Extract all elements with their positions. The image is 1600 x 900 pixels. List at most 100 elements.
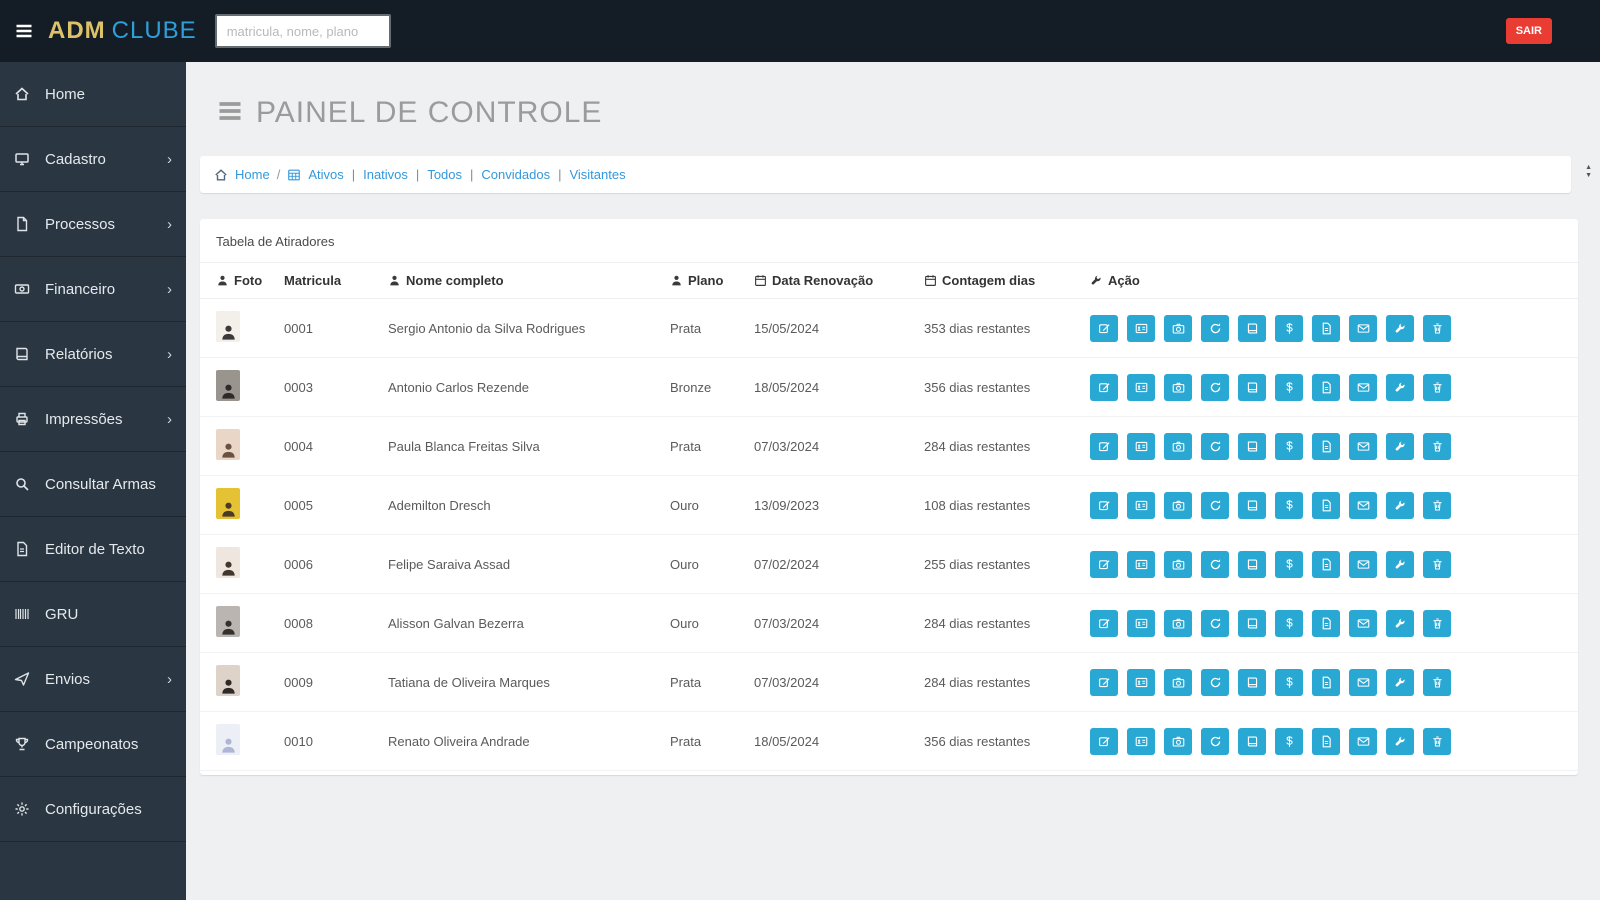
action-camera-button[interactable] bbox=[1164, 669, 1192, 696]
action-camera-button[interactable] bbox=[1164, 374, 1192, 401]
breadcrumb-link-inativos[interactable]: Inativos bbox=[363, 167, 408, 182]
action-edit-button[interactable] bbox=[1090, 315, 1118, 342]
sidebar-item-editor-de-texto[interactable]: Editor de Texto bbox=[0, 517, 186, 582]
sidebar-item-home[interactable]: Home bbox=[0, 62, 186, 127]
action-envelope-button[interactable] bbox=[1349, 315, 1377, 342]
action-dollar-button[interactable] bbox=[1275, 610, 1303, 637]
action-dollar-button[interactable] bbox=[1275, 728, 1303, 755]
action-wrench-button[interactable] bbox=[1386, 374, 1414, 401]
action-wrench-button[interactable] bbox=[1386, 551, 1414, 578]
sidebar-item-gru[interactable]: GRU bbox=[0, 582, 186, 647]
action-camera-button[interactable] bbox=[1164, 492, 1192, 519]
action-envelope-button[interactable] bbox=[1349, 610, 1377, 637]
action-idcard-button[interactable] bbox=[1127, 374, 1155, 401]
action-envelope-button[interactable] bbox=[1349, 374, 1377, 401]
action-refresh-button[interactable] bbox=[1201, 551, 1229, 578]
action-trash-button[interactable] bbox=[1423, 551, 1451, 578]
action-dollar-button[interactable] bbox=[1275, 551, 1303, 578]
action-envelope-button[interactable] bbox=[1349, 551, 1377, 578]
action-envelope-button[interactable] bbox=[1349, 728, 1377, 755]
action-trash-button[interactable] bbox=[1423, 669, 1451, 696]
menu-toggle-icon[interactable] bbox=[14, 21, 34, 41]
logout-button[interactable]: SAIR bbox=[1506, 18, 1552, 44]
sidebar-item-impressoes[interactable]: Impressões › bbox=[0, 387, 186, 452]
breadcrumb-link-todos[interactable]: Todos bbox=[427, 167, 462, 182]
action-wrench-button[interactable] bbox=[1386, 669, 1414, 696]
action-camera-button[interactable] bbox=[1164, 728, 1192, 755]
action-camera-button[interactable] bbox=[1164, 551, 1192, 578]
action-book-button[interactable] bbox=[1238, 610, 1266, 637]
action-trash-button[interactable] bbox=[1423, 492, 1451, 519]
action-refresh-button[interactable] bbox=[1201, 728, 1229, 755]
breadcrumb-link-visitantes[interactable]: Visitantes bbox=[569, 167, 625, 182]
action-envelope-button[interactable] bbox=[1349, 492, 1377, 519]
action-idcard-button[interactable] bbox=[1127, 669, 1155, 696]
action-book-button[interactable] bbox=[1238, 315, 1266, 342]
spinner-down-icon[interactable]: ▼ bbox=[1585, 172, 1592, 180]
action-filetext-button[interactable] bbox=[1312, 728, 1340, 755]
action-wrench-button[interactable] bbox=[1386, 492, 1414, 519]
action-idcard-button[interactable] bbox=[1127, 433, 1155, 460]
action-idcard-button[interactable] bbox=[1127, 315, 1155, 342]
action-idcard-button[interactable] bbox=[1127, 492, 1155, 519]
action-trash-button[interactable] bbox=[1423, 728, 1451, 755]
breadcrumb-link-home[interactable]: Home bbox=[235, 167, 270, 182]
action-camera-button[interactable] bbox=[1164, 315, 1192, 342]
action-book-button[interactable] bbox=[1238, 669, 1266, 696]
action-filetext-button[interactable] bbox=[1312, 433, 1340, 460]
action-edit-button[interactable] bbox=[1090, 433, 1118, 460]
search-input[interactable] bbox=[215, 14, 391, 48]
action-trash-button[interactable] bbox=[1423, 315, 1451, 342]
action-edit-button[interactable] bbox=[1090, 374, 1118, 401]
action-idcard-button[interactable] bbox=[1127, 610, 1155, 637]
action-wrench-button[interactable] bbox=[1386, 315, 1414, 342]
action-book-button[interactable] bbox=[1238, 374, 1266, 401]
action-dollar-button[interactable] bbox=[1275, 433, 1303, 460]
action-edit-button[interactable] bbox=[1090, 551, 1118, 578]
sidebar-item-processos[interactable]: Processos › bbox=[0, 192, 186, 257]
action-envelope-button[interactable] bbox=[1349, 669, 1377, 696]
action-edit-button[interactable] bbox=[1090, 492, 1118, 519]
action-wrench-button[interactable] bbox=[1386, 728, 1414, 755]
sidebar-item-cadastro[interactable]: Cadastro › bbox=[0, 127, 186, 192]
action-wrench-button[interactable] bbox=[1386, 610, 1414, 637]
action-refresh-button[interactable] bbox=[1201, 433, 1229, 460]
action-envelope-button[interactable] bbox=[1349, 433, 1377, 460]
action-dollar-button[interactable] bbox=[1275, 315, 1303, 342]
action-wrench-button[interactable] bbox=[1386, 433, 1414, 460]
action-trash-button[interactable] bbox=[1423, 433, 1451, 460]
action-trash-button[interactable] bbox=[1423, 374, 1451, 401]
action-book-button[interactable] bbox=[1238, 433, 1266, 460]
action-refresh-button[interactable] bbox=[1201, 374, 1229, 401]
action-idcard-button[interactable] bbox=[1127, 551, 1155, 578]
sidebar-item-relatorios[interactable]: Relatórios › bbox=[0, 322, 186, 387]
sidebar-item-financeiro[interactable]: Financeiro › bbox=[0, 257, 186, 322]
spinner-up-icon[interactable]: ▲ bbox=[1585, 164, 1592, 172]
action-book-button[interactable] bbox=[1238, 492, 1266, 519]
breadcrumb-link-ativos[interactable]: Ativos bbox=[308, 167, 343, 182]
action-trash-button[interactable] bbox=[1423, 610, 1451, 637]
action-edit-button[interactable] bbox=[1090, 728, 1118, 755]
action-idcard-button[interactable] bbox=[1127, 728, 1155, 755]
action-filetext-button[interactable] bbox=[1312, 492, 1340, 519]
sidebar-item-envios[interactable]: Envios › bbox=[0, 647, 186, 712]
action-refresh-button[interactable] bbox=[1201, 492, 1229, 519]
action-book-button[interactable] bbox=[1238, 728, 1266, 755]
action-camera-button[interactable] bbox=[1164, 610, 1192, 637]
action-filetext-button[interactable] bbox=[1312, 610, 1340, 637]
action-dollar-button[interactable] bbox=[1275, 669, 1303, 696]
action-edit-button[interactable] bbox=[1090, 610, 1118, 637]
spinner-arrows[interactable]: ▲▼ bbox=[1585, 164, 1592, 180]
action-camera-button[interactable] bbox=[1164, 433, 1192, 460]
action-edit-button[interactable] bbox=[1090, 669, 1118, 696]
action-filetext-button[interactable] bbox=[1312, 315, 1340, 342]
brand-logo[interactable]: ADMCLUBE bbox=[48, 17, 197, 45]
breadcrumb-link-convidados[interactable]: Convidados bbox=[481, 167, 550, 182]
action-filetext-button[interactable] bbox=[1312, 374, 1340, 401]
sidebar-item-campeonatos[interactable]: Campeonatos bbox=[0, 712, 186, 777]
action-dollar-button[interactable] bbox=[1275, 374, 1303, 401]
action-filetext-button[interactable] bbox=[1312, 669, 1340, 696]
sidebar-item-configuracoes[interactable]: Configurações bbox=[0, 777, 186, 842]
sidebar-item-consultar-armas[interactable]: Consultar Armas bbox=[0, 452, 186, 517]
action-refresh-button[interactable] bbox=[1201, 610, 1229, 637]
